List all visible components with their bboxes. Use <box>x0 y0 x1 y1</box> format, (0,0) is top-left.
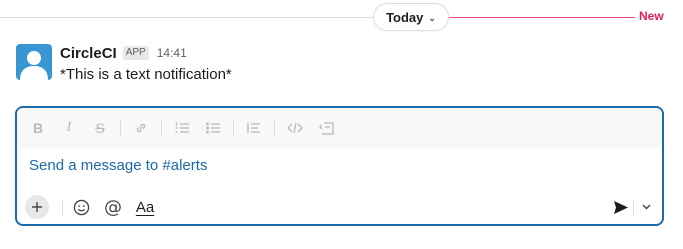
chevron-down-icon: ⌄ <box>428 12 436 23</box>
sender-name[interactable]: CircleCI <box>60 45 117 62</box>
code-icon[interactable] <box>284 117 306 139</box>
ordered-list-icon[interactable] <box>171 117 193 139</box>
toolbar-separator <box>161 119 162 137</box>
text-format-icon[interactable]: Aa <box>132 196 158 218</box>
code-block-icon[interactable] <box>315 117 337 139</box>
toolbar-separator <box>274 119 275 137</box>
message-timestamp[interactable]: 14:41 <box>157 46 187 60</box>
message-input[interactable]: Send a message to #alerts <box>29 157 207 174</box>
avatar[interactable] <box>16 44 52 80</box>
new-messages-line <box>449 17 635 18</box>
plus-icon[interactable] <box>25 195 49 219</box>
send-separator <box>633 199 634 217</box>
app-badge: APP <box>122 46 149 60</box>
user-silhouette-icon <box>20 51 48 80</box>
send-icon[interactable] <box>610 196 632 218</box>
new-messages-label: New <box>639 9 664 23</box>
day-divider-button[interactable]: Today ⌄ <box>373 3 449 31</box>
chevron-down-icon[interactable] <box>638 198 654 216</box>
bulleted-list-icon[interactable] <box>202 117 224 139</box>
blockquote-icon[interactable] <box>243 117 265 139</box>
message-composer: B I S Send a message to #alerts @ Aa <box>15 106 664 226</box>
link-icon[interactable] <box>130 117 152 139</box>
toolbar-separator <box>120 119 121 137</box>
actions-separator <box>62 199 63 217</box>
mention-icon[interactable]: @ <box>102 196 124 218</box>
divider-line <box>0 17 373 18</box>
toolbar-separator <box>233 119 234 137</box>
emoji-icon[interactable] <box>70 196 92 218</box>
message-header: CircleCI APP 14:41 <box>60 44 187 62</box>
composer-actions: @ Aa <box>17 192 662 222</box>
message-text: *This is a text notification* <box>60 66 232 83</box>
strikethrough-icon[interactable]: S <box>89 117 111 139</box>
bold-icon[interactable]: B <box>27 117 49 139</box>
formatting-toolbar: B I S <box>17 108 662 148</box>
italic-icon[interactable]: I <box>58 117 80 139</box>
day-label: Today <box>386 9 424 25</box>
